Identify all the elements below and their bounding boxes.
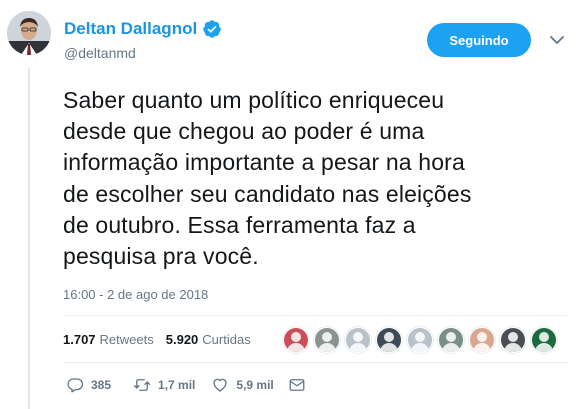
liker-avatar[interactable] [469,327,495,353]
retweet-button[interactable]: 1,7 mil [133,376,195,394]
tweet-timestamp[interactable]: 16:00 - 2 de ago de 2018 [63,287,208,302]
avatar-photo [7,11,51,55]
like-button[interactable]: 5,9 mil [211,376,274,394]
liker-avatar-face [477,332,487,342]
liker-avatar-body [318,343,336,352]
envelope-icon [289,379,305,391]
author-handle[interactable]: @deltanmd [64,45,136,61]
liker-avatar[interactable] [500,327,526,353]
retweets-label: Retweets [99,332,154,347]
thread-line [28,68,30,409]
retweet-count: 1,7 mil [158,378,196,392]
liker-avatar[interactable] [438,327,464,353]
author-display-name[interactable]: Deltan Dallagnol [64,19,197,39]
chevron-down-icon[interactable] [549,33,565,47]
reply-button[interactable]: 385 [66,376,111,394]
liker-avatar-body [411,343,429,352]
retweet-icon [133,379,151,391]
direct-message-button[interactable] [288,376,306,394]
likes-label: Curtidas [202,332,251,347]
liker-avatar-body [504,343,522,352]
divider [63,315,568,316]
liker-avatar[interactable] [314,327,340,353]
liker-avatar-face [508,332,518,342]
liker-avatar-face [384,332,394,342]
reply-count: 385 [91,378,112,392]
tweet-text: Saber quanto um político enriqueceu desd… [63,87,472,270]
heart-icon [213,378,228,392]
liker-avatar-body [535,343,553,352]
like-count: 5,9 mil [236,378,274,392]
liker-avatar[interactable] [531,327,557,353]
tweet-actions: 385 1,7 mil 5,9 mil [66,376,320,394]
liker-avatar-body [349,343,367,352]
liker-avatar-body [380,343,398,352]
liker-avatar[interactable] [407,327,433,353]
author-name-row[interactable]: Deltan Dallagnol [64,19,222,39]
following-button[interactable]: Seguindo [427,23,531,57]
avatar[interactable] [7,11,51,55]
liker-avatars [283,327,562,353]
liker-avatar-body [473,343,491,352]
liker-avatar-face [322,332,332,342]
liker-avatar[interactable] [376,327,402,353]
retweets-stat[interactable]: 1.707 Retweets [63,332,154,347]
liker-avatar[interactable] [283,327,309,353]
liker-avatar-face [415,332,425,342]
liker-avatar-face [539,332,549,342]
divider [63,362,568,363]
liker-avatar-face [446,332,456,342]
liker-avatar-body [442,343,460,352]
liker-avatar[interactable] [345,327,371,353]
likes-stat[interactable]: 5.920 Curtidas [166,332,251,347]
liker-avatar-face [353,332,363,342]
retweets-count: 1.707 [63,332,96,347]
reply-icon [67,378,84,393]
liker-avatar-face [291,332,301,342]
verified-badge-icon [202,19,222,39]
tweet-stats: 1.707 Retweets 5.920 Curtidas [63,332,263,347]
liker-avatar-body [287,343,305,352]
likes-count: 5.920 [165,332,199,347]
